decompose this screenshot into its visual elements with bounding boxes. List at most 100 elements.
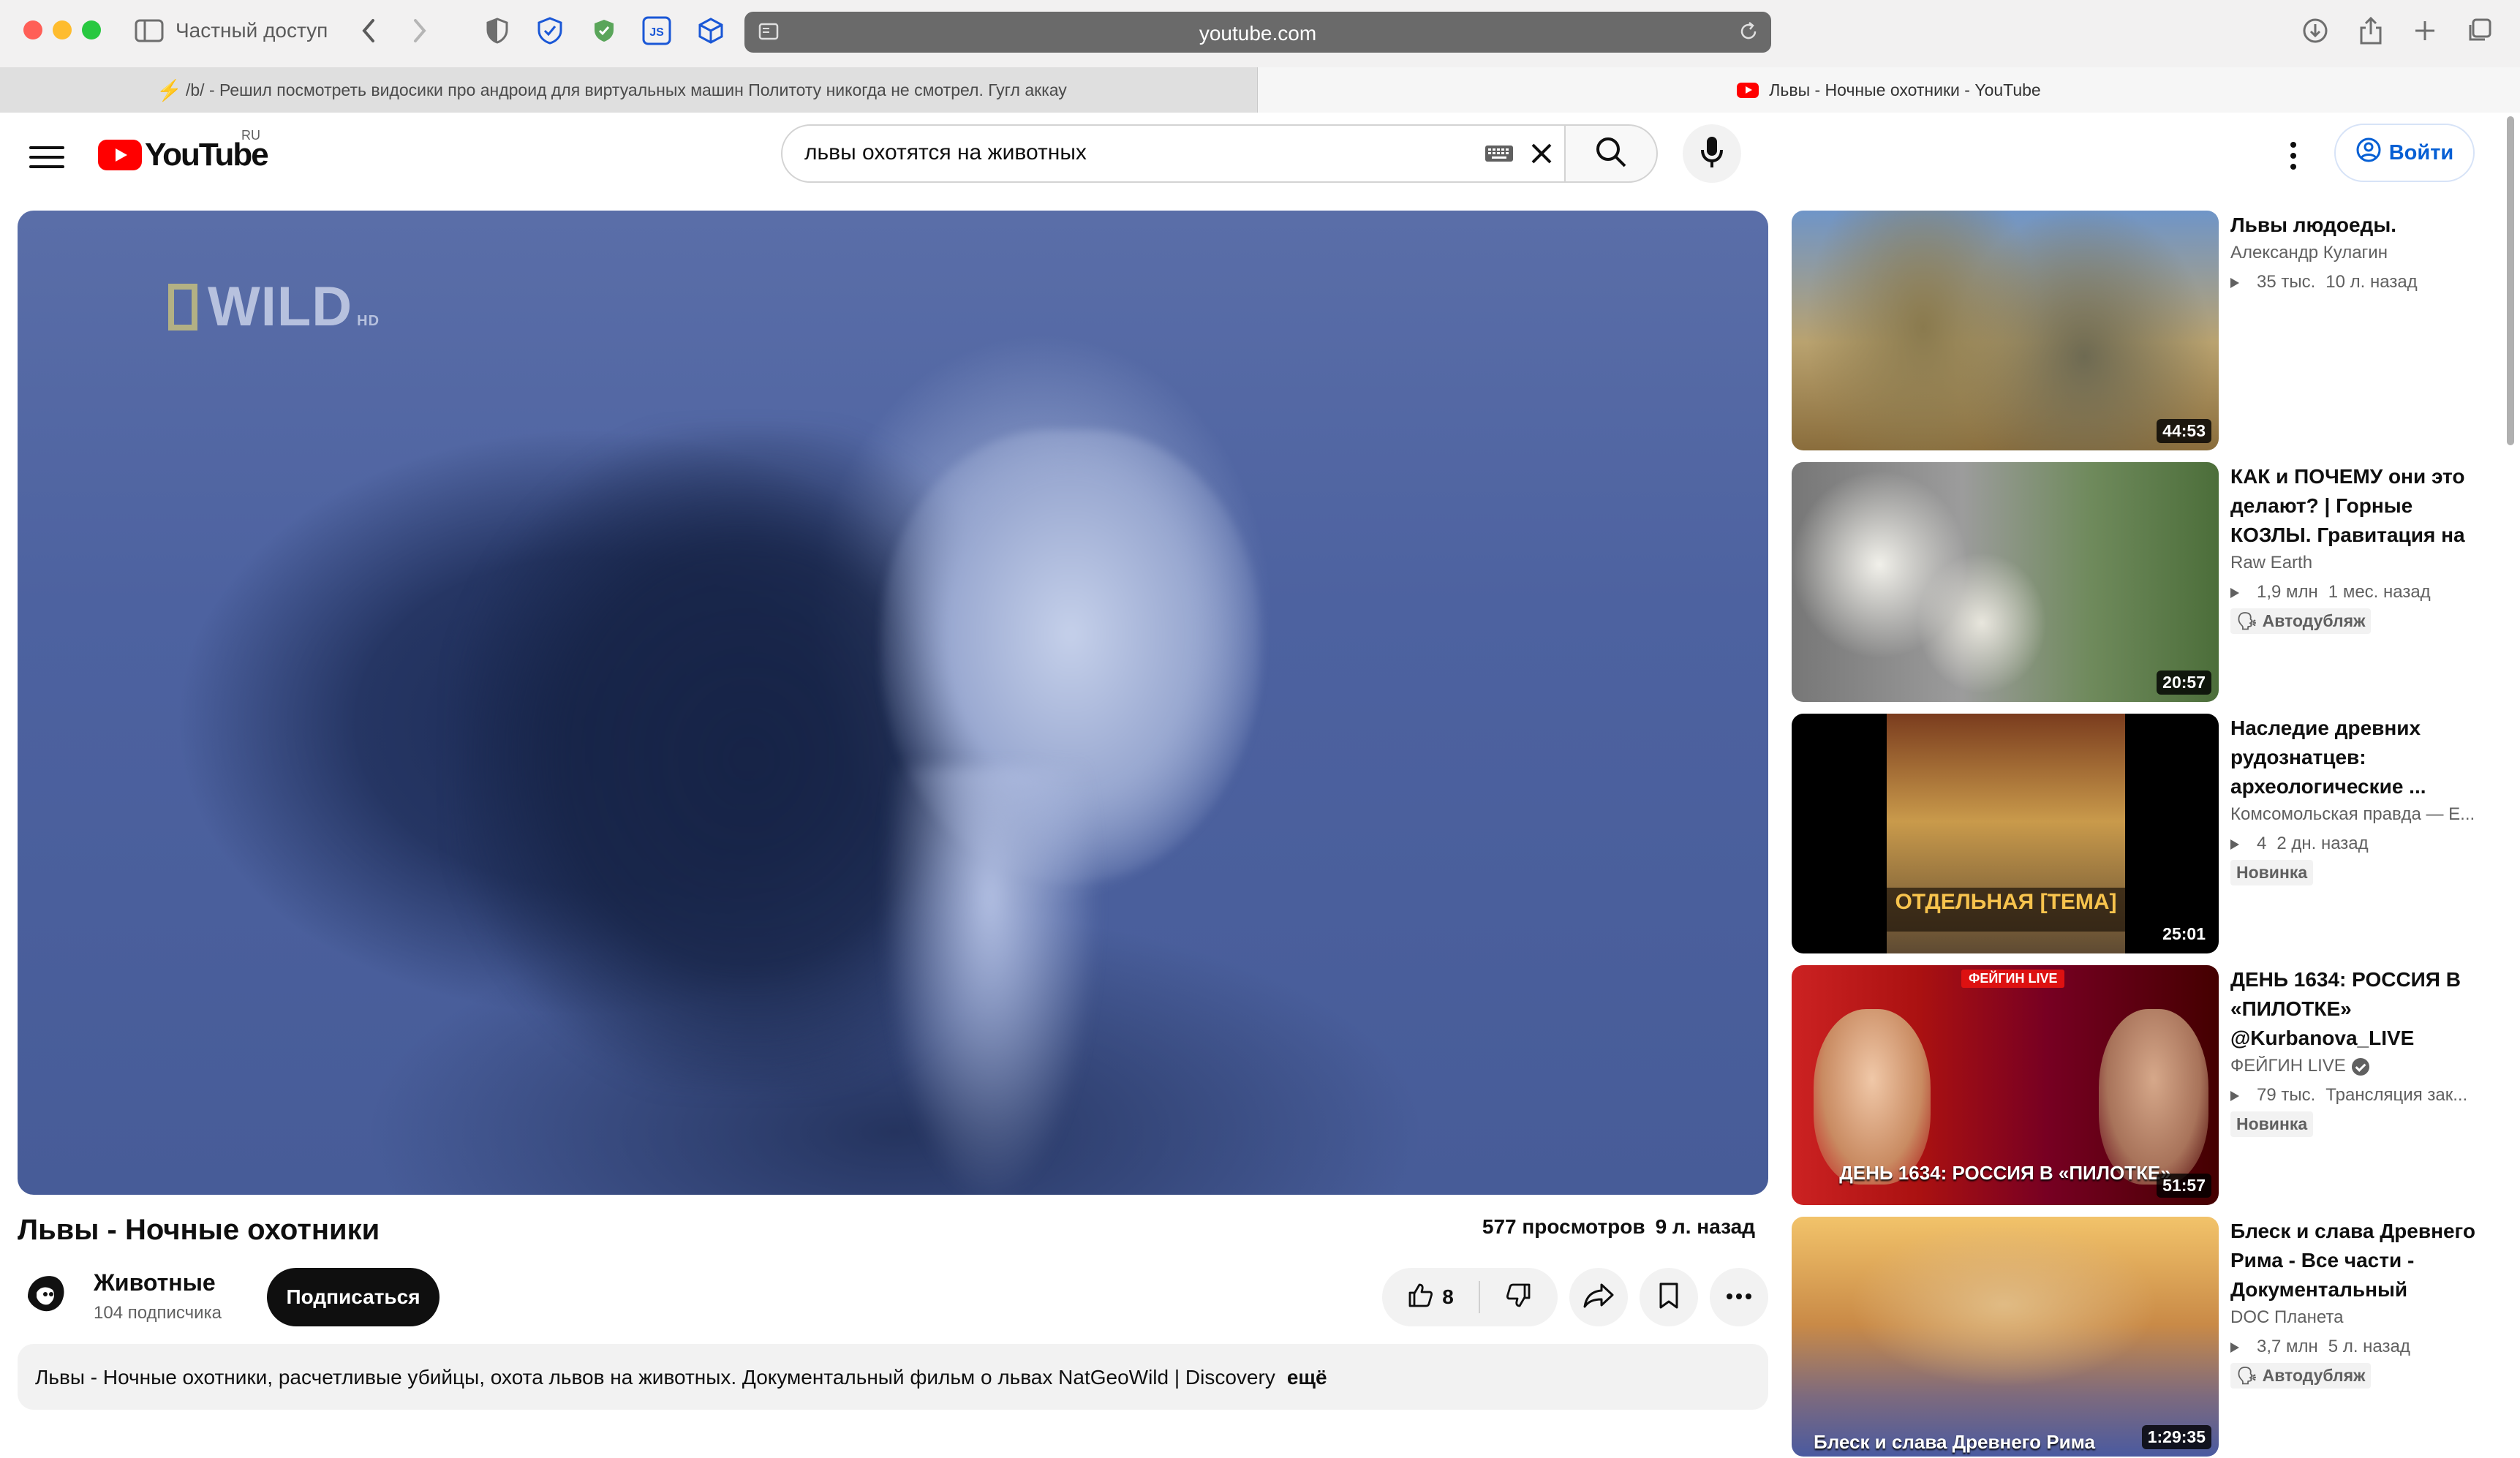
javascript-toggle-icon[interactable]: JS xyxy=(642,16,671,45)
share-button[interactable] xyxy=(1569,1268,1628,1326)
view-count: 1,9 млн xyxy=(2257,582,2318,602)
forward-icon[interactable] xyxy=(405,16,434,45)
youtube-header: YouTube RU Войти xyxy=(0,113,2501,208)
natgeo-frame-icon xyxy=(168,283,197,330)
sign-in-button[interactable]: Войти xyxy=(2334,124,2475,182)
views-play-icon xyxy=(2230,1342,2239,1353)
verified-icon xyxy=(2351,1057,2369,1076)
address-bar[interactable]: youtube.com xyxy=(744,12,1771,53)
clear-search-icon[interactable] xyxy=(1527,139,1556,172)
recommendation-card[interactable]: 44:53 Львы людоеды. Александр Кулагин 35… xyxy=(1792,211,2479,452)
dislike-button[interactable] xyxy=(1480,1268,1558,1326)
dubbing-icon: 🗣 xyxy=(2236,1366,2258,1385)
recommendation-title[interactable]: Львы людоеды. xyxy=(2230,211,2479,240)
share-arrow-icon xyxy=(1582,1283,1615,1312)
like-count: 8 xyxy=(1442,1285,1454,1308)
channel-watermark: WILD HD xyxy=(168,275,380,339)
upload-age: Трансляция зак... xyxy=(2325,1085,2468,1105)
duration-badge: 25:01 xyxy=(2157,922,2211,946)
recommendation-card[interactable]: Блеск и слава Древнего Рима 1:29:35 Блес… xyxy=(1792,1217,2479,1458)
close-window-button[interactable] xyxy=(23,20,42,39)
search-icon xyxy=(1594,135,1628,173)
video-player[interactable]: WILD HD xyxy=(18,211,1768,1195)
video-title: Львы - Ночные охотники xyxy=(18,1214,380,1246)
video-thumbnail[interactable]: Блеск и слава Древнего Рима 1:29:35 xyxy=(1792,1217,2219,1457)
like-button[interactable]: 8 xyxy=(1382,1268,1479,1326)
tab-youtube-video[interactable]: Львы - Ночные охотники - YouTube xyxy=(1258,67,2520,113)
voice-search-button[interactable] xyxy=(1683,124,1741,183)
view-count: 577 просмотров xyxy=(1482,1215,1645,1238)
upload-age: 1 мес. назад xyxy=(2328,582,2431,602)
channel-name[interactable]: Животные xyxy=(94,1269,216,1296)
duration-badge: 44:53 xyxy=(2157,419,2211,443)
recommendation-card[interactable]: ОТДЕЛЬНАЯ [ТЕМА] 25:01 Наследие древних … xyxy=(1792,714,2479,955)
downloads-icon[interactable] xyxy=(2301,16,2330,45)
view-count: 4 xyxy=(2257,834,2267,853)
description-text: Львы - Ночные охотники, расчетливые убий… xyxy=(35,1366,1275,1389)
recommendation-title[interactable]: КАК и ПОЧЕМУ они это делают? | Горные КО… xyxy=(2230,462,2479,550)
privacy-shield-icon[interactable] xyxy=(483,16,512,45)
recommendation-channel[interactable]: DOC Планета xyxy=(2230,1307,2479,1328)
minimize-window-button[interactable] xyxy=(53,20,72,39)
thumbnail-caption: ДЕНЬ 1634: РОССИЯ В «ПИЛОТКЕ» xyxy=(1839,1162,2171,1184)
youtube-favicon-icon xyxy=(1737,82,1759,98)
zoom-window-button[interactable] xyxy=(82,20,101,39)
share-page-icon[interactable] xyxy=(2356,16,2385,45)
channel-avatar[interactable] xyxy=(20,1268,72,1319)
recommendation-card[interactable]: 20:57 КАК и ПОЧЕМУ они это делают? | Гор… xyxy=(1792,462,2479,703)
settings-menu-icon[interactable] xyxy=(2280,135,2306,176)
recommendation-title[interactable]: Наследие древних рудознатцев: археологич… xyxy=(2230,714,2479,801)
menu-icon[interactable] xyxy=(29,140,64,175)
tab-bar: ⚡ /b/ - Решил посмотреть видосики про ан… xyxy=(0,67,2520,113)
bookmark-icon xyxy=(1658,1282,1680,1313)
more-actions-button[interactable] xyxy=(1710,1268,1768,1326)
upload-age: 9 л. назад xyxy=(1655,1215,1755,1238)
recommendation-meta: 3,7 млн 5 л. назад xyxy=(2230,1337,2479,1357)
bolt-favicon-icon: ⚡ xyxy=(156,78,182,102)
tab-overview-icon[interactable] xyxy=(2464,16,2494,45)
dubbing-icon: 🗣 xyxy=(2236,611,2258,630)
duration-badge: 51:57 xyxy=(2157,1174,2211,1198)
recommendation-title[interactable]: ДЕНЬ 1634: РОССИЯ В «ПИЛОТКЕ» @Kurbanova… xyxy=(2230,965,2479,1053)
duration-badge: 20:57 xyxy=(2157,671,2211,695)
microphone-icon xyxy=(1700,135,1724,173)
views-play-icon xyxy=(2230,587,2239,598)
back-icon[interactable] xyxy=(354,16,383,45)
reload-icon[interactable] xyxy=(1738,20,1759,46)
view-count: 79 тыс. xyxy=(2257,1085,2316,1105)
lion-avatar-icon xyxy=(21,1269,71,1318)
video-thumbnail[interactable]: ФЕЙГИН LIVE ДЕНЬ 1634: РОССИЯ В «ПИЛОТКЕ… xyxy=(1792,965,2219,1205)
scrollbar-thumb[interactable] xyxy=(2507,116,2514,445)
keyboard-icon[interactable] xyxy=(1485,143,1514,167)
tab-2ch-thread[interactable]: ⚡ /b/ - Решил посмотреть видосики про ан… xyxy=(0,67,1258,113)
recommendation-channel[interactable]: Комсомольская правда — Е... xyxy=(2230,804,2479,825)
search-input[interactable] xyxy=(804,140,1448,165)
video-thumbnail[interactable]: ОТДЕЛЬНАЯ [ТЕМА] 25:01 xyxy=(1792,714,2219,953)
adguard-extension-icon[interactable] xyxy=(589,16,619,45)
subscriber-count: 104 подписчика xyxy=(94,1303,222,1323)
video-thumbnail[interactable]: 20:57 xyxy=(1792,462,2219,702)
save-button[interactable] xyxy=(1640,1268,1698,1326)
recommendation-channel[interactable]: Raw Earth xyxy=(2230,553,2479,573)
recommendation-title[interactable]: Блеск и слава Древнего Рима - Все части … xyxy=(2230,1217,2479,1304)
recommendation-meta: 4 2 дн. назад xyxy=(2230,834,2479,854)
bitwarden-extension-icon[interactable] xyxy=(535,16,565,45)
view-count: 35 тыс. xyxy=(2257,272,2316,292)
sidebar-toggle-icon[interactable] xyxy=(135,16,164,45)
package-extension-icon[interactable] xyxy=(696,16,725,45)
recommendation-meta: 35 тыс. 10 л. назад xyxy=(2230,272,2479,292)
views-play-icon xyxy=(2230,839,2239,850)
search-button[interactable] xyxy=(1566,124,1658,183)
video-thumbnail[interactable]: 44:53 xyxy=(1792,211,2219,450)
page-scrollbar[interactable] xyxy=(2504,113,2517,1435)
recommendation-card[interactable]: ФЕЙГИН LIVE ДЕНЬ 1634: РОССИЯ В «ПИЛОТКЕ… xyxy=(1792,965,2479,1206)
watermark-suffix: HD xyxy=(357,313,380,329)
recommendation-channel[interactable]: Александр Кулагин xyxy=(2230,243,2479,263)
description-more-link[interactable]: ещё xyxy=(1287,1366,1327,1389)
new-tab-icon[interactable] xyxy=(2410,16,2440,45)
recommendation-channel[interactable]: ФЕЙГИН LIVE xyxy=(2230,1056,2479,1076)
thumbs-down-icon xyxy=(1506,1283,1532,1312)
subscribe-button[interactable]: Подписаться xyxy=(267,1268,440,1326)
video-description[interactable]: Львы - Ночные охотники, расчетливые убий… xyxy=(18,1344,1768,1410)
svg-text:JS: JS xyxy=(649,26,664,39)
